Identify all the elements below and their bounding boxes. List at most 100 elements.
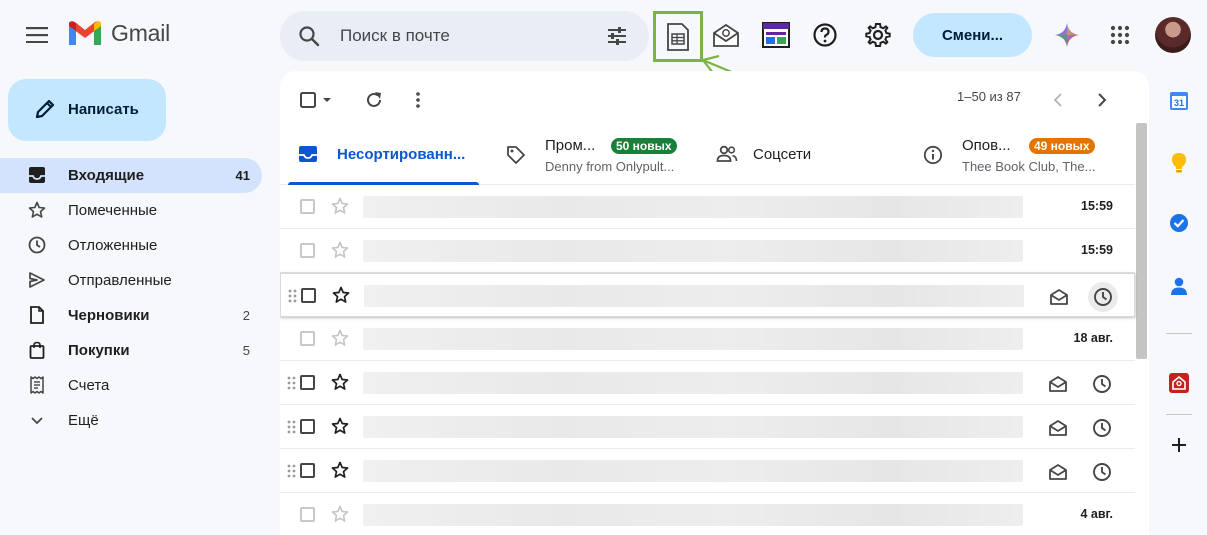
email-row[interactable]: 15:59 — [280, 185, 1135, 229]
sidebar-nav: Входящие 41 Помеченные Отложенные Отправ… — [0, 158, 262, 438]
tab-label: Несортированн... — [337, 146, 466, 163]
help-button[interactable] — [802, 12, 848, 58]
star-icon[interactable] — [331, 461, 349, 479]
row-checkbox[interactable] — [300, 243, 315, 258]
draft-icon — [30, 306, 44, 324]
snooze-button[interactable] — [1087, 369, 1117, 399]
prev-page-button[interactable] — [1043, 85, 1073, 115]
select-all-checkbox[interactable] — [296, 85, 338, 115]
sidebar-item-purchases[interactable]: Покупки 5 — [0, 333, 262, 368]
email-at-icon — [713, 23, 739, 47]
open-envelope-icon — [1049, 464, 1067, 480]
drag-handle-icon[interactable] — [287, 464, 297, 478]
tab-promotions[interactable]: Пром... 50 новых Denny from Onlypult... — [488, 127, 692, 185]
sidebar-item-inbox[interactable]: Входящие 41 — [0, 158, 262, 193]
tab-label: Опов... — [962, 137, 1011, 154]
email-row[interactable] — [280, 449, 1135, 493]
more-options-button[interactable] — [403, 85, 433, 115]
snooze-button[interactable] — [1087, 413, 1117, 443]
email-date: 15:59 — [1081, 243, 1113, 257]
star-icon[interactable] — [331, 329, 349, 347]
inbox-icon — [29, 167, 45, 183]
email-row[interactable]: 18 авг. — [280, 317, 1135, 361]
tasks-app-button[interactable] — [1165, 209, 1193, 237]
gemini-button[interactable] — [1044, 12, 1090, 58]
refresh-button[interactable] — [359, 85, 389, 115]
sidebar-item-starred[interactable]: Помеченные — [0, 193, 262, 228]
row-checkbox[interactable] — [300, 375, 315, 390]
apps-launcher-button[interactable] — [1097, 12, 1143, 58]
snooze-button[interactable] — [1088, 282, 1118, 312]
clock-icon — [1093, 463, 1111, 481]
refresh-icon — [367, 92, 381, 107]
tab-updates[interactable]: Опов... 49 новых Thee Book Club, The... — [905, 127, 1135, 185]
addon-app-button[interactable] — [1165, 369, 1193, 397]
search-bar[interactable] — [280, 11, 649, 61]
sidebar-item-more[interactable]: Ещё — [0, 403, 262, 438]
email-preview-redacted — [363, 196, 1023, 218]
mail-list-panel: 1–50 из 87 Несортированн... Пром... 50 н… — [280, 71, 1149, 535]
tab-primary[interactable]: Несортированн... — [280, 127, 479, 185]
mark-read-button[interactable] — [1044, 282, 1074, 312]
mark-read-button[interactable] — [1043, 369, 1073, 399]
drag-handle-icon[interactable] — [287, 376, 297, 390]
mark-read-button[interactable] — [1043, 413, 1073, 443]
sidebar-item-sent[interactable]: Отправленные — [0, 263, 262, 298]
new-count-badge: 50 новых — [611, 138, 677, 154]
drag-handle-icon[interactable] — [287, 420, 297, 434]
account-avatar[interactable] — [1155, 17, 1191, 53]
row-checkbox[interactable] — [300, 199, 315, 214]
sidebar-item-drafts[interactable]: Черновики 2 — [0, 298, 262, 333]
tab-social[interactable]: Соцсети — [698, 127, 898, 185]
star-icon[interactable] — [331, 505, 349, 523]
star-icon[interactable] — [331, 373, 349, 391]
sidebar-item-bills[interactable]: Счета — [0, 368, 262, 403]
row-checkbox[interactable] — [300, 331, 315, 346]
pagination-text: 1–50 из 87 — [957, 89, 1021, 104]
row-checkbox[interactable] — [300, 507, 315, 522]
star-icon[interactable] — [331, 417, 349, 435]
category-tabs: Несортированн... Пром... 50 новых Denny … — [280, 127, 1135, 185]
keep-app-button[interactable] — [1165, 149, 1193, 177]
main-menu-button[interactable] — [17, 15, 57, 55]
email-row[interactable] — [280, 405, 1135, 449]
email-preview-redacted — [363, 504, 1023, 526]
calendar-app-button[interactable]: 31 — [1165, 87, 1193, 115]
open-envelope-icon — [1049, 376, 1067, 392]
email-preview-redacted — [363, 240, 1023, 262]
email-row[interactable]: 15:59 — [280, 229, 1135, 273]
next-page-button[interactable] — [1087, 85, 1117, 115]
row-checkbox[interactable] — [301, 288, 316, 303]
email-row[interactable]: 4 авг. — [280, 493, 1135, 535]
star-icon[interactable] — [332, 286, 350, 304]
tab-sender-preview: Thee Book Club, The... — [962, 159, 1096, 174]
settings-button[interactable] — [855, 12, 901, 58]
switch-button[interactable]: Смени... — [913, 13, 1032, 57]
search-filter-icon[interactable] — [605, 24, 629, 48]
info-icon — [923, 145, 943, 165]
sidebar-item-count: 2 — [242, 308, 250, 323]
contacts-app-button[interactable] — [1165, 272, 1193, 300]
sidebar-item-label: Покупки — [68, 342, 130, 359]
email-row[interactable] — [280, 273, 1135, 317]
gmail-logo[interactable]: Gmail — [67, 20, 170, 47]
mark-read-button[interactable] — [1043, 457, 1073, 487]
addon-mail-icon — [1169, 373, 1189, 393]
email-row[interactable] — [280, 361, 1135, 405]
star-icon[interactable] — [331, 241, 349, 259]
search-icon[interactable] — [297, 24, 321, 48]
drag-handle-icon[interactable] — [288, 289, 298, 303]
compose-button[interactable]: Написать — [8, 79, 166, 141]
chevron-left-icon — [1053, 93, 1062, 107]
email-preview-redacted — [363, 328, 1023, 350]
snooze-button[interactable] — [1087, 457, 1117, 487]
template-icon — [762, 22, 790, 48]
star-icon[interactable] — [331, 197, 349, 215]
mail-list-scrollbar[interactable] — [1136, 123, 1147, 359]
sidebar-item-snoozed[interactable]: Отложенные — [0, 228, 262, 263]
row-checkbox[interactable] — [300, 419, 315, 434]
checkbox-dropdown-icon — [300, 92, 331, 108]
add-addons-button[interactable] — [1165, 431, 1193, 459]
search-input[interactable] — [340, 11, 580, 61]
row-checkbox[interactable] — [300, 463, 315, 478]
